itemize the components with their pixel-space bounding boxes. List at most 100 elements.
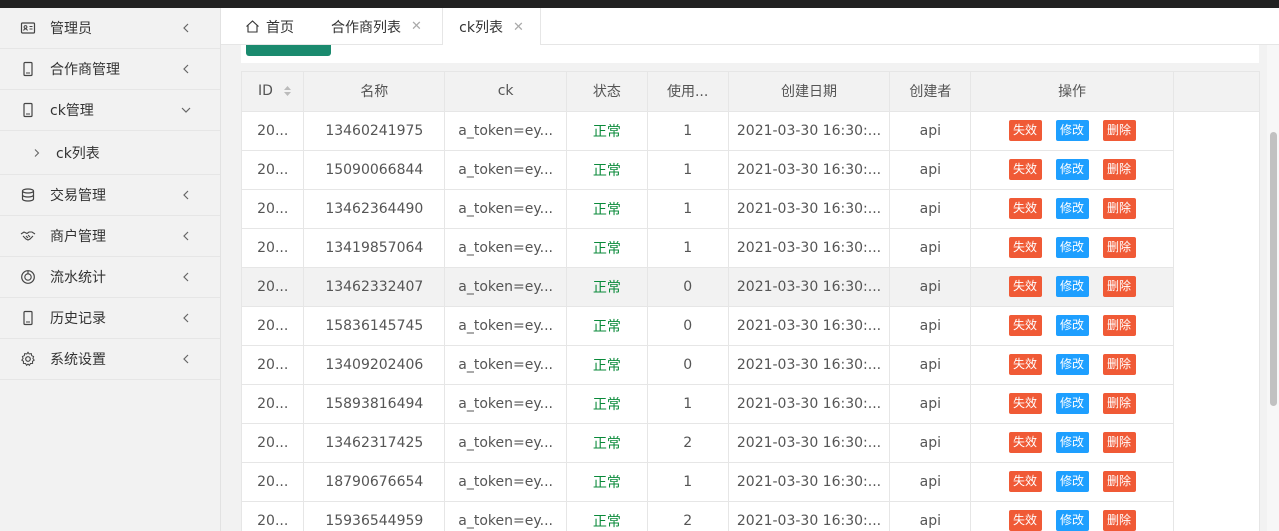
cell-ck: a_token=ey... — [444, 306, 568, 346]
edit-button[interactable]: 修改 — [1055, 471, 1089, 492]
close-icon[interactable]: ✕ — [513, 20, 524, 35]
cell-created: 2021-03-30 16:30:... — [728, 150, 891, 190]
scrollbar[interactable] — [1267, 45, 1279, 531]
edit-button[interactable]: 修改 — [1055, 198, 1089, 219]
disable-button[interactable]: 失效 — [1008, 354, 1042, 375]
edit-button[interactable]: 修改 — [1055, 432, 1089, 453]
cell-spacer — [1173, 228, 1259, 267]
sidebar-subitem-ck-list[interactable]: ck列表 — [0, 131, 220, 175]
cell-creator: api — [889, 189, 972, 229]
sidebar-item-admin[interactable]: 管理员 — [0, 8, 220, 49]
delete-button[interactable]: 删除 — [1102, 471, 1136, 492]
sidebar-subitem-label: ck列表 — [56, 145, 100, 162]
disable-button[interactable]: 失效 — [1008, 198, 1042, 219]
cell-ck: a_token=ey... — [444, 384, 568, 424]
phone-icon — [20, 310, 36, 326]
delete-button[interactable]: 删除 — [1102, 198, 1136, 219]
cell-id: 20... — [242, 462, 305, 502]
disable-button[interactable]: 失效 — [1008, 276, 1042, 297]
close-icon[interactable]: ✕ — [411, 19, 422, 34]
cell-id: 20... — [242, 345, 305, 385]
col-header-ck: ck — [444, 72, 568, 112]
sidebar-item-trade[interactable]: 交易管理 — [0, 175, 220, 216]
sidebar-item-flow[interactable]: 流水统计 — [0, 257, 220, 298]
cell-name: 13460241975 — [303, 111, 446, 151]
delete-button[interactable]: 删除 — [1102, 120, 1136, 141]
edit-button[interactable]: 修改 — [1055, 159, 1089, 180]
cell-actions: 失效 修改 删除 — [970, 384, 1174, 424]
table-row[interactable]: 20... 18790676654 a_token=ey... 正常 1 2021-03-… — [242, 462, 1259, 502]
sidebar-item-history[interactable]: 历史记录 — [0, 298, 220, 339]
table-row[interactable]: 20... 13460241975 a_token=ey... 正常 1 2021-03-… — [242, 111, 1259, 151]
cell-created: 2021-03-30 16:30:... — [728, 345, 891, 385]
gear-icon — [20, 351, 36, 367]
table-row[interactable]: 20... 15893816494 a_token=ey... 正常 1 2021-03-… — [242, 384, 1259, 424]
tab-ck-list[interactable]: ck列表 ✕ — [442, 8, 541, 46]
delete-button[interactable]: 删除 — [1102, 276, 1136, 297]
edit-button[interactable]: 修改 — [1055, 510, 1089, 531]
edit-button[interactable]: 修改 — [1055, 237, 1089, 258]
cell-ck: a_token=ey... — [444, 189, 568, 229]
cell-created: 2021-03-30 16:30:... — [728, 306, 891, 346]
disable-button[interactable]: 失效 — [1008, 393, 1042, 414]
scrollbar-thumb[interactable] — [1270, 132, 1277, 406]
delete-button[interactable]: 删除 — [1102, 315, 1136, 336]
cell-status: 正常 — [566, 384, 648, 424]
table-row[interactable]: 20... 13462364490 a_token=ey... 正常 1 2021-03-… — [242, 189, 1259, 229]
table-row[interactable]: 20... 15936544959 a_token=ey... 正常 2 2021-03-… — [242, 501, 1259, 531]
cell-usage: 1 — [647, 150, 729, 190]
add-button[interactable] — [246, 45, 331, 56]
col-header-id[interactable]: ID — [242, 72, 305, 112]
phone-icon — [20, 61, 36, 77]
table-row[interactable]: 20... 13462332407 a_token=ey... 正常 0 2021-03-… — [242, 267, 1259, 307]
table-row[interactable]: 20... 13462317425 a_token=ey... 正常 2 2021-03-… — [242, 423, 1259, 463]
cell-status: 正常 — [566, 228, 648, 268]
sidebar-item-merchant[interactable]: 商户管理 — [0, 216, 220, 257]
edit-button[interactable]: 修改 — [1055, 120, 1089, 141]
table-row[interactable]: 20... 15836145745 a_token=ey... 正常 0 2021-03-… — [242, 306, 1259, 346]
edit-button[interactable]: 修改 — [1055, 393, 1089, 414]
cell-status: 正常 — [566, 267, 648, 307]
sidebar-item-settings[interactable]: 系统设置 — [0, 339, 220, 380]
cell-ck: a_token=ey... — [444, 150, 568, 190]
cell-usage: 0 — [647, 306, 729, 346]
cell-id: 20... — [242, 306, 305, 346]
delete-button[interactable]: 删除 — [1102, 393, 1136, 414]
table-row[interactable]: 20... 15090066844 a_token=ey... 正常 1 2021-03-… — [242, 150, 1259, 190]
cell-actions: 失效 修改 删除 — [970, 501, 1174, 531]
disable-button[interactable]: 失效 — [1008, 315, 1042, 336]
cell-created: 2021-03-30 16:30:... — [728, 189, 891, 229]
cell-ck: a_token=ey... — [444, 111, 568, 151]
sidebar-item-partner[interactable]: 合作商管理 — [0, 49, 220, 90]
cell-name: 13409202406 — [303, 345, 446, 385]
table-row[interactable]: 20... 13419857064 a_token=ey... 正常 1 2021-03-… — [242, 228, 1259, 268]
cell-ck: a_token=ey... — [444, 228, 568, 268]
tab-partner-list[interactable]: 合作商列表 ✕ — [331, 8, 422, 45]
delete-button[interactable]: 删除 — [1102, 354, 1136, 375]
edit-button[interactable]: 修改 — [1055, 276, 1089, 297]
cell-created: 2021-03-30 16:30:... — [728, 267, 891, 307]
delete-button[interactable]: 删除 — [1102, 237, 1136, 258]
disable-button[interactable]: 失效 — [1008, 471, 1042, 492]
delete-button[interactable]: 删除 — [1102, 159, 1136, 180]
tab-home[interactable]: 首页 — [245, 8, 294, 45]
edit-button[interactable]: 修改 — [1055, 354, 1089, 375]
cell-status: 正常 — [566, 345, 648, 385]
tab-bar: 首页 合作商列表 ✕ ck列表 ✕ — [221, 8, 1279, 46]
edit-button[interactable]: 修改 — [1055, 315, 1089, 336]
ck-table: ID 名称 ck 状态 使用... 创建日期 创建者 操作 20... 13460… — [241, 71, 1260, 531]
sort-icon[interactable] — [283, 85, 292, 97]
cell-actions: 失效 修改 删除 — [970, 267, 1174, 307]
disable-button[interactable]: 失效 — [1008, 432, 1042, 453]
disable-button[interactable]: 失效 — [1008, 510, 1042, 531]
disable-button[interactable]: 失效 — [1008, 120, 1042, 141]
sidebar-item-ck[interactable]: ck管理 — [0, 90, 220, 131]
delete-button[interactable]: 删除 — [1102, 510, 1136, 531]
cell-spacer — [1173, 111, 1259, 150]
cell-name: 15836145745 — [303, 306, 446, 346]
disable-button[interactable]: 失效 — [1008, 159, 1042, 180]
disable-button[interactable]: 失效 — [1008, 237, 1042, 258]
col-header-spacer — [1173, 72, 1259, 112]
table-row[interactable]: 20... 13409202406 a_token=ey... 正常 0 2021-03-… — [242, 345, 1259, 385]
delete-button[interactable]: 删除 — [1102, 432, 1136, 453]
